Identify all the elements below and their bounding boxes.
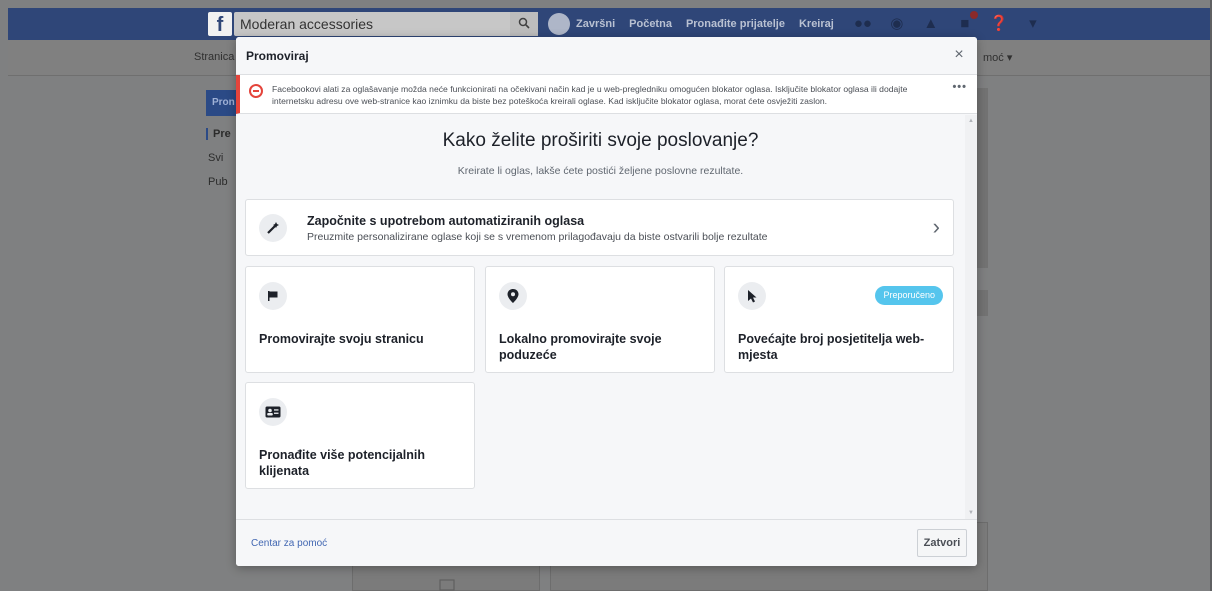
background-side-item[interactable]: Pub [208, 176, 228, 188]
dialog-footer: Centar za pomoć Zatvori [236, 519, 977, 566]
option-title: Lokalno promovirajte svoje poduzeće [499, 332, 662, 362]
option-title: Povećajte broj posjetitelja web-mjesta [738, 332, 925, 362]
scroll-up-icon[interactable]: ▲ [968, 118, 974, 124]
dialog-heading: Kako želite proširiti svoje poslovanje? [442, 130, 759, 151]
website-visitors-card[interactable]: Preporučeno Povećajte broj posjetitelja … [724, 266, 954, 373]
automated-ads-description: Preuzmite personalizirane oglase koji se… [307, 231, 768, 243]
dropdown-icon[interactable]: ▾ [1024, 15, 1042, 33]
top-nav: Završni Početna Pronađite prijatelje Kre… [548, 8, 1042, 40]
search-icon [518, 17, 530, 29]
magic-wand-icon [259, 214, 287, 242]
scroll-down-icon[interactable]: ▼ [968, 510, 974, 516]
nav-icons: ●● ◉ ▲ ■ ❓ ▾ [854, 11, 1042, 33]
automated-ads-title: Započnite s upotrebom automatiziranih og… [307, 214, 585, 228]
help-center-link[interactable]: Centar za pomoć [251, 538, 327, 549]
profile-name: Završni [576, 18, 616, 30]
nav-home-link[interactable]: Početna [629, 18, 672, 30]
dialog-scrollbar[interactable]: ▲ ▼ [965, 115, 977, 519]
ad-blocker-alert: Facebookovi alati za oglašavanje možda n… [236, 75, 977, 114]
dialog-subheading: Kreirate li oglas, lakše ćete postići že… [457, 165, 744, 177]
avatar [548, 13, 570, 35]
alert-message: Facebookovi alati za oglašavanje možda n… [272, 84, 908, 106]
background-side-item[interactable]: Svi [208, 152, 223, 164]
dialog-title: Promoviraj [246, 49, 309, 63]
nav-create-link[interactable]: Kreiraj [799, 18, 834, 30]
search-input[interactable] [234, 12, 510, 36]
promote-business-locally-card[interactable]: Lokalno promovirajte svoje poduzeće [485, 266, 715, 373]
nav-find-friends-link[interactable]: Pronađite prijatelje [686, 18, 785, 30]
cursor-icon [738, 282, 766, 310]
more-options-icon[interactable]: ••• [952, 81, 967, 93]
messenger-icon[interactable]: ◉ [888, 15, 906, 33]
background-right-strip [976, 88, 988, 268]
search-button[interactable] [510, 12, 538, 36]
background-right-strip [976, 290, 988, 316]
option-title: Promovirajte svoju stranicu [259, 332, 424, 346]
dialog-header: Promoviraj × [236, 37, 977, 75]
background-side-item[interactable]: Pre [206, 128, 231, 140]
facebook-logo[interactable]: f [208, 12, 232, 36]
subbar-help-menu[interactable]: moć ▾ [983, 51, 1012, 64]
chevron-right-icon: › [932, 214, 940, 239]
location-pin-icon [499, 282, 527, 310]
promote-page-card[interactable]: Promovirajte svoju stranicu [245, 266, 475, 373]
subbar-pages-link[interactable]: Stranica [194, 51, 234, 63]
requests-icon[interactable]: ■ [956, 11, 978, 33]
close-button[interactable]: Zatvori [917, 529, 967, 557]
profile-link[interactable]: Završni [548, 13, 615, 35]
friends-icon[interactable]: ●● [854, 15, 872, 33]
promote-dialog: Promoviraj × Facebookovi alati za oglaša… [236, 37, 977, 566]
contact-card-icon [259, 398, 287, 426]
flag-icon [259, 282, 287, 310]
error-icon [249, 84, 263, 98]
image-placeholder-icon [439, 579, 455, 591]
option-title: Pronađite više potencijalnih klijenata [259, 448, 426, 478]
close-icon[interactable]: × [951, 47, 967, 63]
recommended-badge: Preporučeno [875, 286, 943, 305]
find-leads-card[interactable]: Pronađite više potencijalnih klijenata [245, 382, 475, 489]
dialog-content: Kako želite proširiti svoje poslovanje? … [236, 115, 977, 519]
automated-ads-card[interactable]: Započnite s upotrebom automatiziranih og… [245, 199, 954, 256]
notifications-icon[interactable]: ▲ [922, 15, 940, 33]
search-box [234, 12, 538, 36]
top-navigation-bar: f Završni Početna Pronađite prijatelje K… [8, 8, 1212, 40]
help-icon[interactable]: ❓ [990, 15, 1009, 33]
